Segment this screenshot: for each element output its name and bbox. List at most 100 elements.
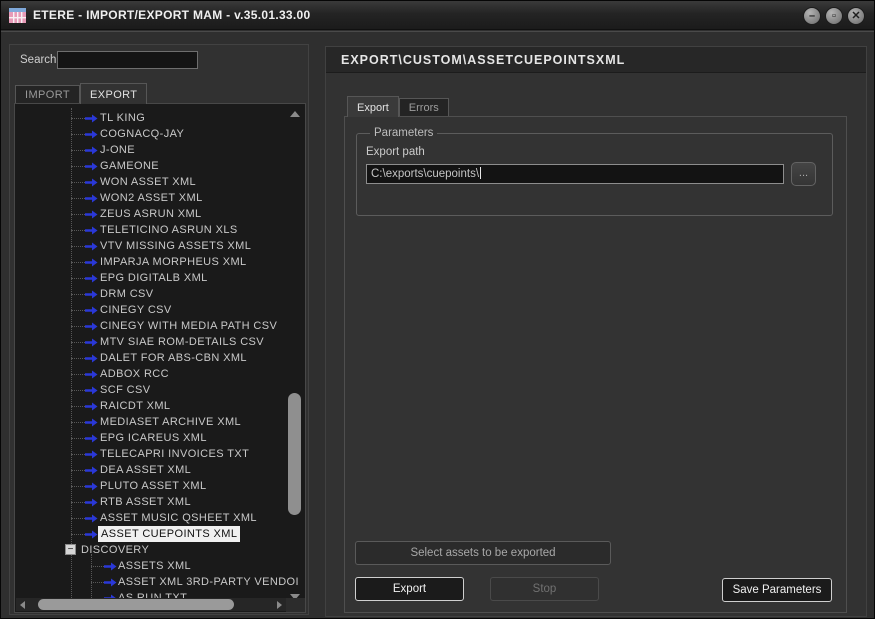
export-format-icon bbox=[85, 434, 98, 443]
export-format-icon bbox=[85, 162, 98, 171]
tree-item[interactable]: ZEUS ASRUN XML bbox=[15, 206, 305, 222]
tab-errors[interactable]: Errors bbox=[399, 98, 449, 117]
tree-item[interactable]: CINEGY WITH MEDIA PATH CSV bbox=[15, 318, 305, 334]
export-format-icon bbox=[104, 562, 117, 571]
tree-item[interactable]: TELETICINO ASRUN XLS bbox=[15, 222, 305, 238]
tree-connector bbox=[71, 166, 85, 167]
tree-connector bbox=[71, 326, 85, 327]
export-format-icon bbox=[85, 114, 98, 123]
export-format-icon bbox=[85, 322, 98, 331]
tree-item-label: CINEGY CSV bbox=[100, 302, 172, 318]
maximize-button[interactable]: ▫ bbox=[825, 7, 843, 25]
export-path-value: C:\exports\cuepoints\ bbox=[371, 168, 479, 180]
export-path-input[interactable]: C:\exports\cuepoints\ bbox=[366, 164, 784, 184]
window-content: Search IMPORT EXPORT TL KINGCOGNACQ-JAYJ… bbox=[1, 31, 874, 618]
tree-connector bbox=[71, 246, 85, 247]
tree-item[interactable]: MTV SIAE ROM-DETAILS CSV bbox=[15, 334, 305, 350]
export-tab-page: Parameters Export path C:\exports\cuepoi… bbox=[344, 116, 847, 613]
tree-item[interactable]: SCF CSV bbox=[15, 382, 305, 398]
scroll-right-icon[interactable] bbox=[277, 601, 282, 609]
tree-vertical-scrollbar[interactable] bbox=[287, 105, 303, 610]
stop-button[interactable]: Stop bbox=[490, 577, 599, 601]
tree-item[interactable]: ASSET MUSIC QSHEET XML bbox=[15, 510, 305, 526]
tree-item[interactable]: PLUTO ASSET XML bbox=[15, 478, 305, 494]
tab-import[interactable]: IMPORT bbox=[15, 85, 80, 104]
tree-connector bbox=[91, 582, 104, 583]
tab-export-detail[interactable]: Export bbox=[347, 96, 399, 117]
tree-item-label: MEDIASET ARCHIVE XML bbox=[100, 414, 241, 430]
tree-item[interactable]: WON2 ASSET XML bbox=[15, 190, 305, 206]
tree-item-label: RTB ASSET XML bbox=[100, 494, 191, 510]
export-format-icon bbox=[85, 194, 98, 203]
export-button[interactable]: Export bbox=[355, 577, 464, 601]
tree-item[interactable]: EPG DIGITALB XML bbox=[15, 270, 305, 286]
tree-item[interactable]: −DISCOVERY bbox=[15, 542, 305, 558]
tree-item-label: ASSET CUEPOINTS XML bbox=[98, 526, 240, 542]
horizontal-scroll-thumb[interactable] bbox=[38, 599, 234, 610]
text-caret bbox=[480, 167, 481, 179]
tree-item[interactable]: RAICDT XML bbox=[15, 398, 305, 414]
tree-item[interactable]: ASSET CUEPOINTS XML bbox=[15, 526, 305, 542]
detail-tabs: Export Errors bbox=[347, 94, 449, 117]
tree-item[interactable]: MEDIASET ARCHIVE XML bbox=[15, 414, 305, 430]
tree-item[interactable]: VTV MISSING ASSETS XML bbox=[15, 238, 305, 254]
export-format-icon bbox=[85, 498, 98, 507]
tree-item-label: ASSET XML 3RD-PARTY VENDOI bbox=[118, 574, 299, 590]
tree-connector bbox=[71, 502, 85, 503]
minimize-button[interactable]: – bbox=[803, 7, 821, 25]
scroll-left-icon[interactable] bbox=[20, 601, 25, 609]
tree-connector bbox=[71, 118, 85, 119]
export-format-icon bbox=[85, 290, 98, 299]
tree-item-label: COGNACQ-JAY bbox=[100, 126, 184, 142]
tree-item[interactable]: J-ONE bbox=[15, 142, 305, 158]
tree-item[interactable]: DEA ASSET XML bbox=[15, 462, 305, 478]
tree-item[interactable]: IMPARJA MORPHEUS XML bbox=[15, 254, 305, 270]
tree-connector bbox=[71, 358, 85, 359]
tree-item-label: DISCOVERY bbox=[81, 542, 149, 558]
tree-item[interactable]: CINEGY CSV bbox=[15, 302, 305, 318]
select-assets-button[interactable]: Select assets to be exported bbox=[355, 541, 611, 565]
tree-item[interactable]: EPG ICAREUS XML bbox=[15, 430, 305, 446]
tree-item[interactable]: WON ASSET XML bbox=[15, 174, 305, 190]
export-format-icon bbox=[85, 306, 98, 315]
tree-item-label: J-ONE bbox=[100, 142, 135, 158]
tree-item-label: EPG ICAREUS XML bbox=[100, 430, 207, 446]
tree-connector bbox=[71, 534, 85, 535]
export-format-icon bbox=[85, 226, 98, 235]
search-input[interactable] bbox=[57, 51, 198, 69]
tab-export[interactable]: EXPORT bbox=[80, 83, 147, 104]
tree-item-label: TELECAPRI INVOICES TXT bbox=[100, 446, 249, 462]
vertical-scroll-thumb[interactable] bbox=[288, 393, 301, 515]
save-parameters-button[interactable]: Save Parameters bbox=[722, 578, 832, 602]
app-window: ETERE - IMPORT/EXPORT MAM - v.35.01.33.0… bbox=[0, 0, 875, 619]
tree-item[interactable]: DALET FOR ABS-CBN XML bbox=[15, 350, 305, 366]
export-format-icon bbox=[85, 210, 98, 219]
tree-item-label: ASSETS XML bbox=[118, 558, 191, 574]
tree-item[interactable]: ASSETS XML bbox=[15, 558, 305, 574]
export-format-icon bbox=[85, 338, 98, 347]
scroll-up-icon[interactable] bbox=[290, 111, 300, 117]
tree-item[interactable]: TELECAPRI INVOICES TXT bbox=[15, 446, 305, 462]
tree-item[interactable]: ADBOX RCC bbox=[15, 366, 305, 382]
export-format-icon bbox=[85, 130, 98, 139]
title-bar: ETERE - IMPORT/EXPORT MAM - v.35.01.33.0… bbox=[1, 1, 874, 30]
tree-connector bbox=[71, 486, 85, 487]
close-button[interactable]: ✕ bbox=[847, 7, 865, 25]
tree-item[interactable]: COGNACQ-JAY bbox=[15, 126, 305, 142]
browse-button[interactable]: ... bbox=[791, 162, 816, 186]
tree-item-label: DALET FOR ABS-CBN XML bbox=[100, 350, 247, 366]
tree-item[interactable]: RTB ASSET XML bbox=[15, 494, 305, 510]
tree-connector bbox=[71, 182, 85, 183]
export-path-label: Export path bbox=[366, 146, 425, 158]
tree-item[interactable]: TL KING bbox=[15, 110, 305, 126]
tree-connector bbox=[71, 470, 85, 471]
export-format-icon bbox=[85, 258, 98, 267]
export-format-icon bbox=[85, 178, 98, 187]
collapse-icon[interactable]: − bbox=[65, 544, 76, 555]
tree-horizontal-scrollbar[interactable] bbox=[16, 598, 286, 611]
tree-item-label: TL KING bbox=[100, 110, 145, 126]
tree-item[interactable]: ASSET XML 3RD-PARTY VENDOI bbox=[15, 574, 305, 590]
tree-item[interactable]: DRM CSV bbox=[15, 286, 305, 302]
tree-item[interactable]: GAMEONE bbox=[15, 158, 305, 174]
tree-item-label: CINEGY WITH MEDIA PATH CSV bbox=[100, 318, 277, 334]
